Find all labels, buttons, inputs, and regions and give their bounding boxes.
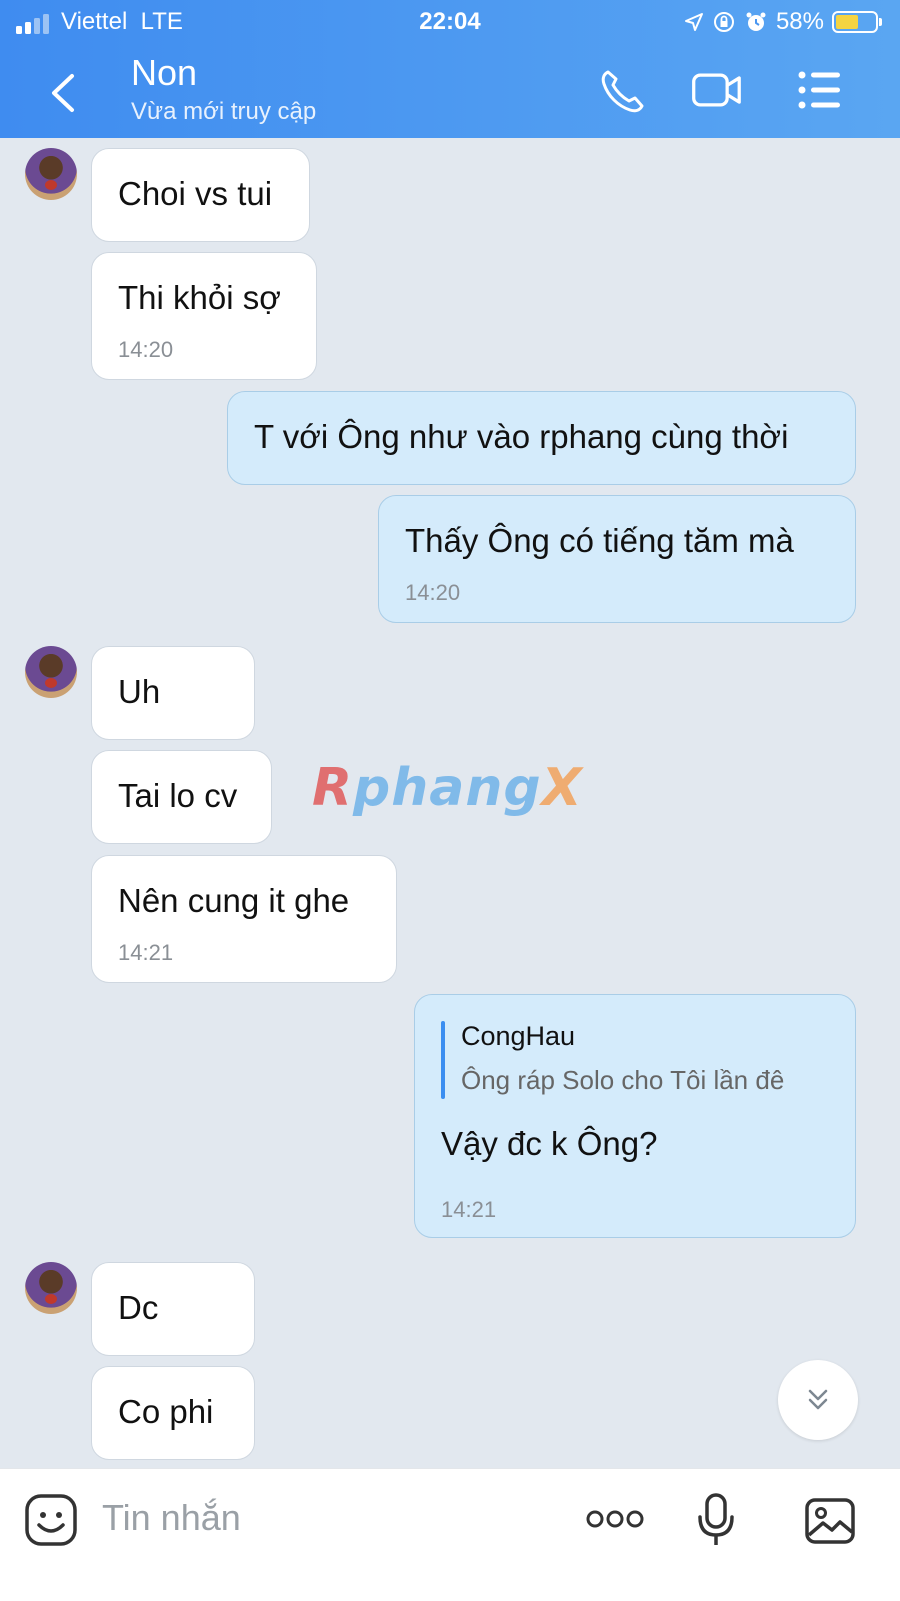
message-time: 14:21 (441, 1197, 497, 1222)
avatar[interactable] (25, 646, 77, 698)
message-bubble-incoming[interactable]: Co phi (91, 1366, 255, 1460)
message-bubble-outgoing[interactable]: T với Ông như vào rphang cùng thời (227, 391, 856, 485)
message-bubble-incoming[interactable]: Nên cung it ghe 14:21 (91, 855, 397, 983)
watermark-main: phang (353, 758, 542, 818)
message-time: 14:21 (118, 940, 174, 965)
quote-author[interactable]: CongHau (461, 1021, 575, 1052)
more-options-icon[interactable] (586, 1509, 644, 1529)
quote-text[interactable]: Ông ráp Solo cho Tôi lần đê (461, 1065, 784, 1096)
quote-indicator (441, 1021, 445, 1099)
message-text: Dc (118, 1289, 159, 1326)
message-bubble-incoming[interactable]: Uh (91, 646, 255, 740)
sticker-icon[interactable] (24, 1493, 78, 1547)
chat-area[interactable]: Choi vs tui Thi khỏi sợ 14:20 T với Ông … (0, 138, 900, 1498)
message-text: Thấy Ông có tiếng tăm mà (405, 522, 794, 559)
message-bubble-incoming[interactable]: Thi khỏi sợ 14:20 (91, 252, 317, 380)
message-text: T với Ông như vào rphang cùng thời (254, 418, 789, 455)
message-bubble-incoming[interactable]: Tai lo cv (91, 750, 272, 844)
battery-icon (832, 11, 882, 33)
back-icon[interactable] (44, 68, 84, 118)
microphone-icon[interactable] (696, 1491, 736, 1551)
message-text: Uh (118, 673, 161, 710)
watermark-r: R (312, 758, 354, 818)
battery-percent: 58% (775, 8, 824, 35)
location-icon (684, 13, 703, 31)
message-text: Thi khỏi sợ (118, 279, 281, 316)
menu-icon[interactable] (794, 66, 846, 114)
avatar[interactable] (25, 148, 77, 200)
message-input[interactable]: Tin nhắn (102, 1497, 241, 1539)
contact-name[interactable]: Non (131, 52, 197, 94)
double-chevron-down-icon (808, 1389, 828, 1410)
message-text: Co phi (118, 1393, 214, 1430)
status-bar: Viettel LTE 22:04 58% (0, 0, 900, 46)
contact-status: Vừa mới truy cập (131, 98, 317, 125)
message-time: 14:20 (405, 580, 461, 605)
rotation-lock-icon (713, 12, 734, 32)
message-input-bar: Tin nhắn (0, 1468, 900, 1601)
alarm-icon (746, 12, 766, 31)
message-bubble-outgoing[interactable]: Thấy Ông có tiếng tăm mà 14:20 (378, 495, 856, 623)
message-time: 14:20 (118, 337, 174, 362)
message-bubble-incoming[interactable]: Dc (91, 1262, 255, 1356)
status-right-group: 58% (684, 8, 882, 36)
message-text: Choi vs tui (118, 175, 273, 212)
watermark-x: X (541, 758, 583, 818)
message-text: Vậy đc k Ông? (441, 1125, 658, 1162)
message-bubble-incoming[interactable]: Choi vs tui (91, 148, 310, 242)
phone-call-icon[interactable] (598, 66, 650, 114)
message-text: Nên cung it ghe (118, 882, 350, 919)
video-call-icon[interactable] (690, 66, 742, 114)
avatar[interactable] (25, 1262, 77, 1314)
scroll-to-bottom-button[interactable] (778, 1360, 858, 1440)
message-bubble-outgoing-reply[interactable]: CongHau Ông ráp Solo cho Tôi lần đê Vậy … (414, 994, 856, 1238)
gallery-icon[interactable] (804, 1497, 856, 1545)
message-text: Tai lo cv (118, 777, 238, 814)
watermark-logo: RphangX (312, 758, 583, 818)
header-bar: Viettel LTE 22:04 58% Non Vừa mới truy c… (0, 0, 900, 138)
